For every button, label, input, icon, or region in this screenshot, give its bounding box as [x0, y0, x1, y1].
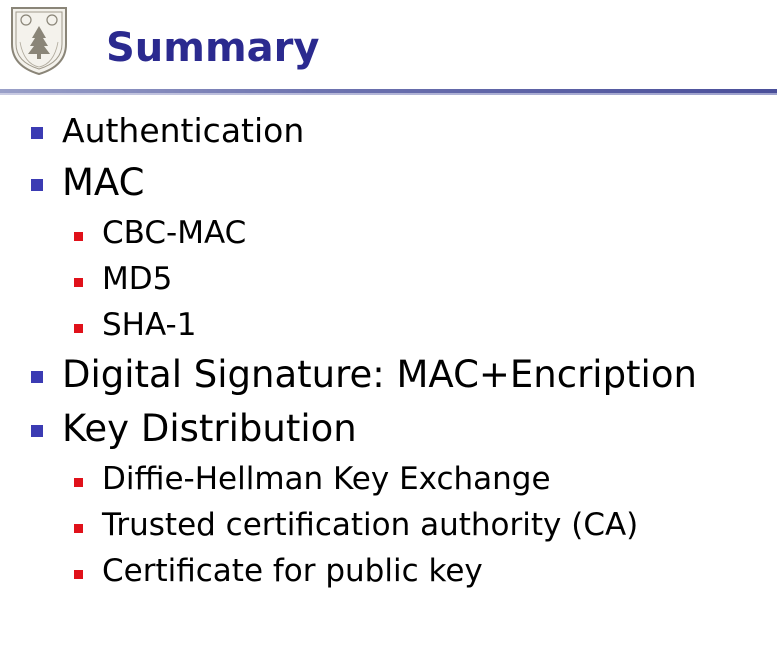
list-item-label: Key Distribution: [62, 407, 357, 450]
university-seal-logo: [6, 4, 72, 76]
square-bullet-icon: [74, 278, 83, 287]
sublist-item: MD5: [62, 256, 777, 302]
square-bullet-icon: [74, 324, 83, 333]
square-bullet-icon: [74, 570, 83, 579]
sublist-item: Diffie-Hellman Key Exchange: [62, 456, 777, 502]
list-item-key-distribution: Key Distribution: [0, 402, 777, 456]
list-item-label: MAC: [62, 161, 145, 204]
sublist-item-label: SHA-1: [102, 307, 197, 343]
title-divider-shadow: [0, 93, 777, 95]
square-bullet-icon: [74, 478, 83, 487]
square-bullet-icon: [74, 524, 83, 533]
square-bullet-icon: [31, 127, 43, 139]
sublist-item: Trusted certification authority (CA): [62, 502, 777, 548]
sublist-key-distribution: Diffie-Hellman Key Exchange Trusted cert…: [62, 456, 777, 594]
sublist-item: SHA-1: [62, 302, 777, 348]
sublist-item: Certificate for public key: [62, 548, 777, 594]
sublist-item-label: CBC-MAC: [102, 215, 247, 251]
sublist-item-label: Certificate for public key: [102, 553, 483, 589]
square-bullet-icon: [31, 425, 43, 437]
sublist-mac: CBC-MAC MD5 SHA-1: [62, 210, 777, 348]
list-item-label: Digital Signature: MAC+Encription: [62, 353, 697, 396]
square-bullet-icon: [31, 179, 43, 191]
sublist-item-label: MD5: [102, 261, 173, 297]
square-bullet-icon: [31, 371, 43, 383]
bullet-list: Authentication MAC CBC-MAC MD5 SHA-1 Dig…: [0, 106, 777, 594]
sublist-container: CBC-MAC MD5 SHA-1: [0, 210, 777, 348]
list-item-authentication: Authentication: [0, 106, 777, 156]
list-item-label: Authentication: [62, 111, 305, 150]
list-item-digital-signature: Digital Signature: MAC+Encription: [0, 348, 777, 402]
sublist-item-label: Trusted certification authority (CA): [102, 507, 639, 543]
sublist-item: CBC-MAC: [62, 210, 777, 256]
list-item-mac: MAC: [0, 156, 777, 210]
sublist-container: Diffie-Hellman Key Exchange Trusted cert…: [0, 456, 777, 594]
square-bullet-icon: [74, 232, 83, 241]
page-title: Summary: [106, 25, 320, 71]
sublist-item-label: Diffie-Hellman Key Exchange: [102, 461, 551, 497]
